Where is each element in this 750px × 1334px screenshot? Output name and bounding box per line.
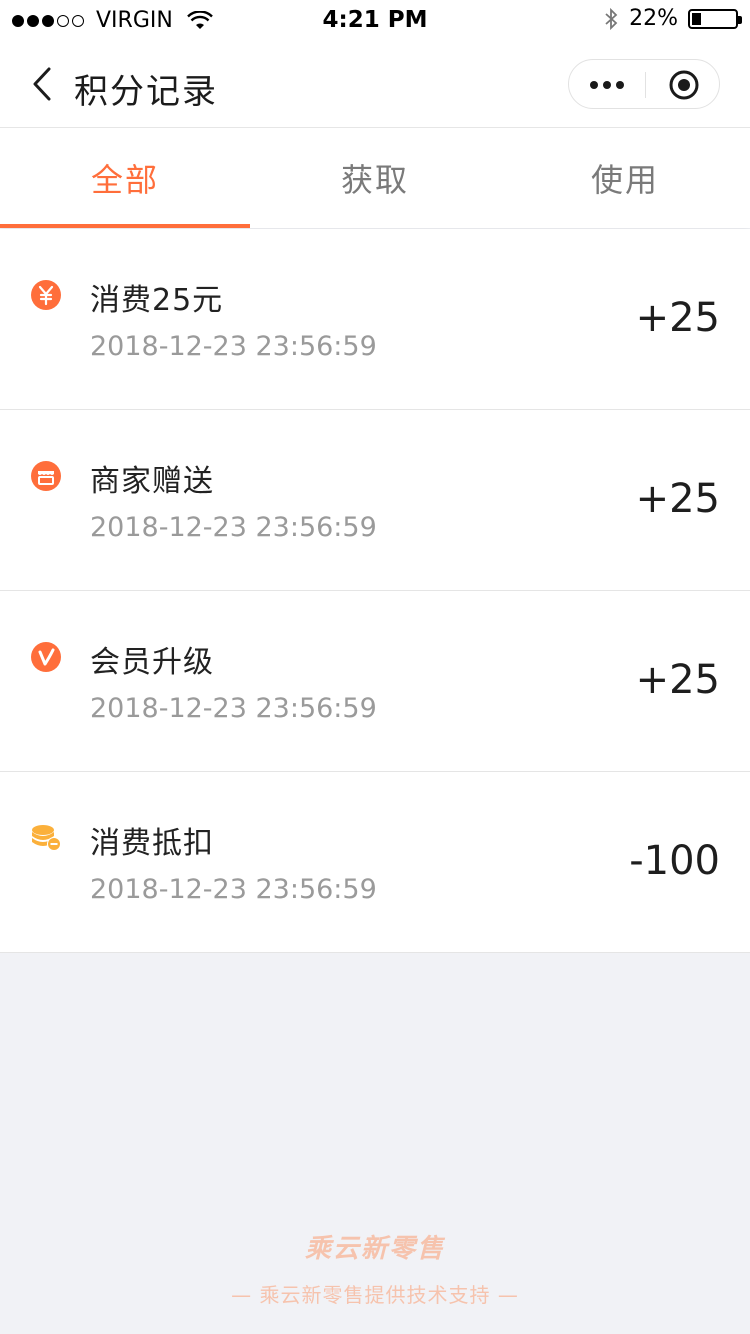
miniprogram-capsule xyxy=(568,59,720,109)
list-item[interactable]: 消费抵扣 2018-12-23 23:56:59 -100 xyxy=(0,772,750,953)
record-amount: +25 xyxy=(635,476,720,522)
battery-percent: 22% xyxy=(629,6,678,31)
record-time: 2018-12-23 23:56:59 xyxy=(90,331,377,362)
record-title: 消费抵扣 xyxy=(90,826,214,861)
navigation-bar: 积分记录 xyxy=(0,40,750,128)
tab-all[interactable]: 全部 xyxy=(0,128,250,228)
record-time: 2018-12-23 23:56:59 xyxy=(90,693,377,724)
record-time: 2018-12-23 23:56:59 xyxy=(90,874,377,905)
status-right: 22% xyxy=(603,6,742,31)
more-button[interactable] xyxy=(569,60,645,110)
record-amount: -100 xyxy=(629,838,720,884)
page-title: 积分记录 xyxy=(74,72,218,112)
record-time: 2018-12-23 23:56:59 xyxy=(90,512,377,543)
back-button[interactable] xyxy=(22,64,62,104)
points-record-list: 消费25元 2018-12-23 23:56:59 +25 商家赠送 2018-… xyxy=(0,229,750,953)
list-item[interactable]: 商家赠送 2018-12-23 23:56:59 +25 xyxy=(0,410,750,591)
store-icon xyxy=(31,461,61,491)
close-miniprogram-button[interactable] xyxy=(646,60,721,110)
more-dots-icon xyxy=(590,81,598,89)
record-title: 消费25元 xyxy=(90,283,224,318)
tech-support-text: — 乘云新零售提供技术支持 — xyxy=(231,1283,519,1307)
tab-bar: 全部 获取 使用 xyxy=(0,128,750,228)
bluetooth-icon xyxy=(605,7,618,30)
target-close-icon xyxy=(669,70,698,100)
page: VIRGIN 4:21 PM 22% 积分记录 全部 获取 使用 消费25元 2… xyxy=(0,0,750,1334)
chevron-left-icon xyxy=(33,67,51,101)
list-item[interactable]: 消费25元 2018-12-23 23:56:59 +25 xyxy=(0,229,750,410)
footer: 乘云新零售 — 乘云新零售提供技术支持 — xyxy=(0,1228,750,1308)
yuan-icon xyxy=(31,280,61,310)
battery-icon xyxy=(688,8,742,29)
battery-level xyxy=(692,12,702,25)
record-amount: +25 xyxy=(635,657,720,703)
status-bar: VIRGIN 4:21 PM 22% xyxy=(0,0,750,40)
brand-logo: 乘云新零售 xyxy=(304,1234,445,1264)
record-title: 商家赠送 xyxy=(90,464,214,499)
vip-icon xyxy=(31,642,61,672)
record-title: 会员升级 xyxy=(90,645,214,680)
tab-used[interactable]: 使用 xyxy=(500,128,750,228)
list-item[interactable]: 会员升级 2018-12-23 23:56:59 +25 xyxy=(0,591,750,772)
tab-earned[interactable]: 获取 xyxy=(250,128,500,228)
record-amount: +25 xyxy=(635,295,720,341)
coins-minus-icon xyxy=(32,825,61,851)
